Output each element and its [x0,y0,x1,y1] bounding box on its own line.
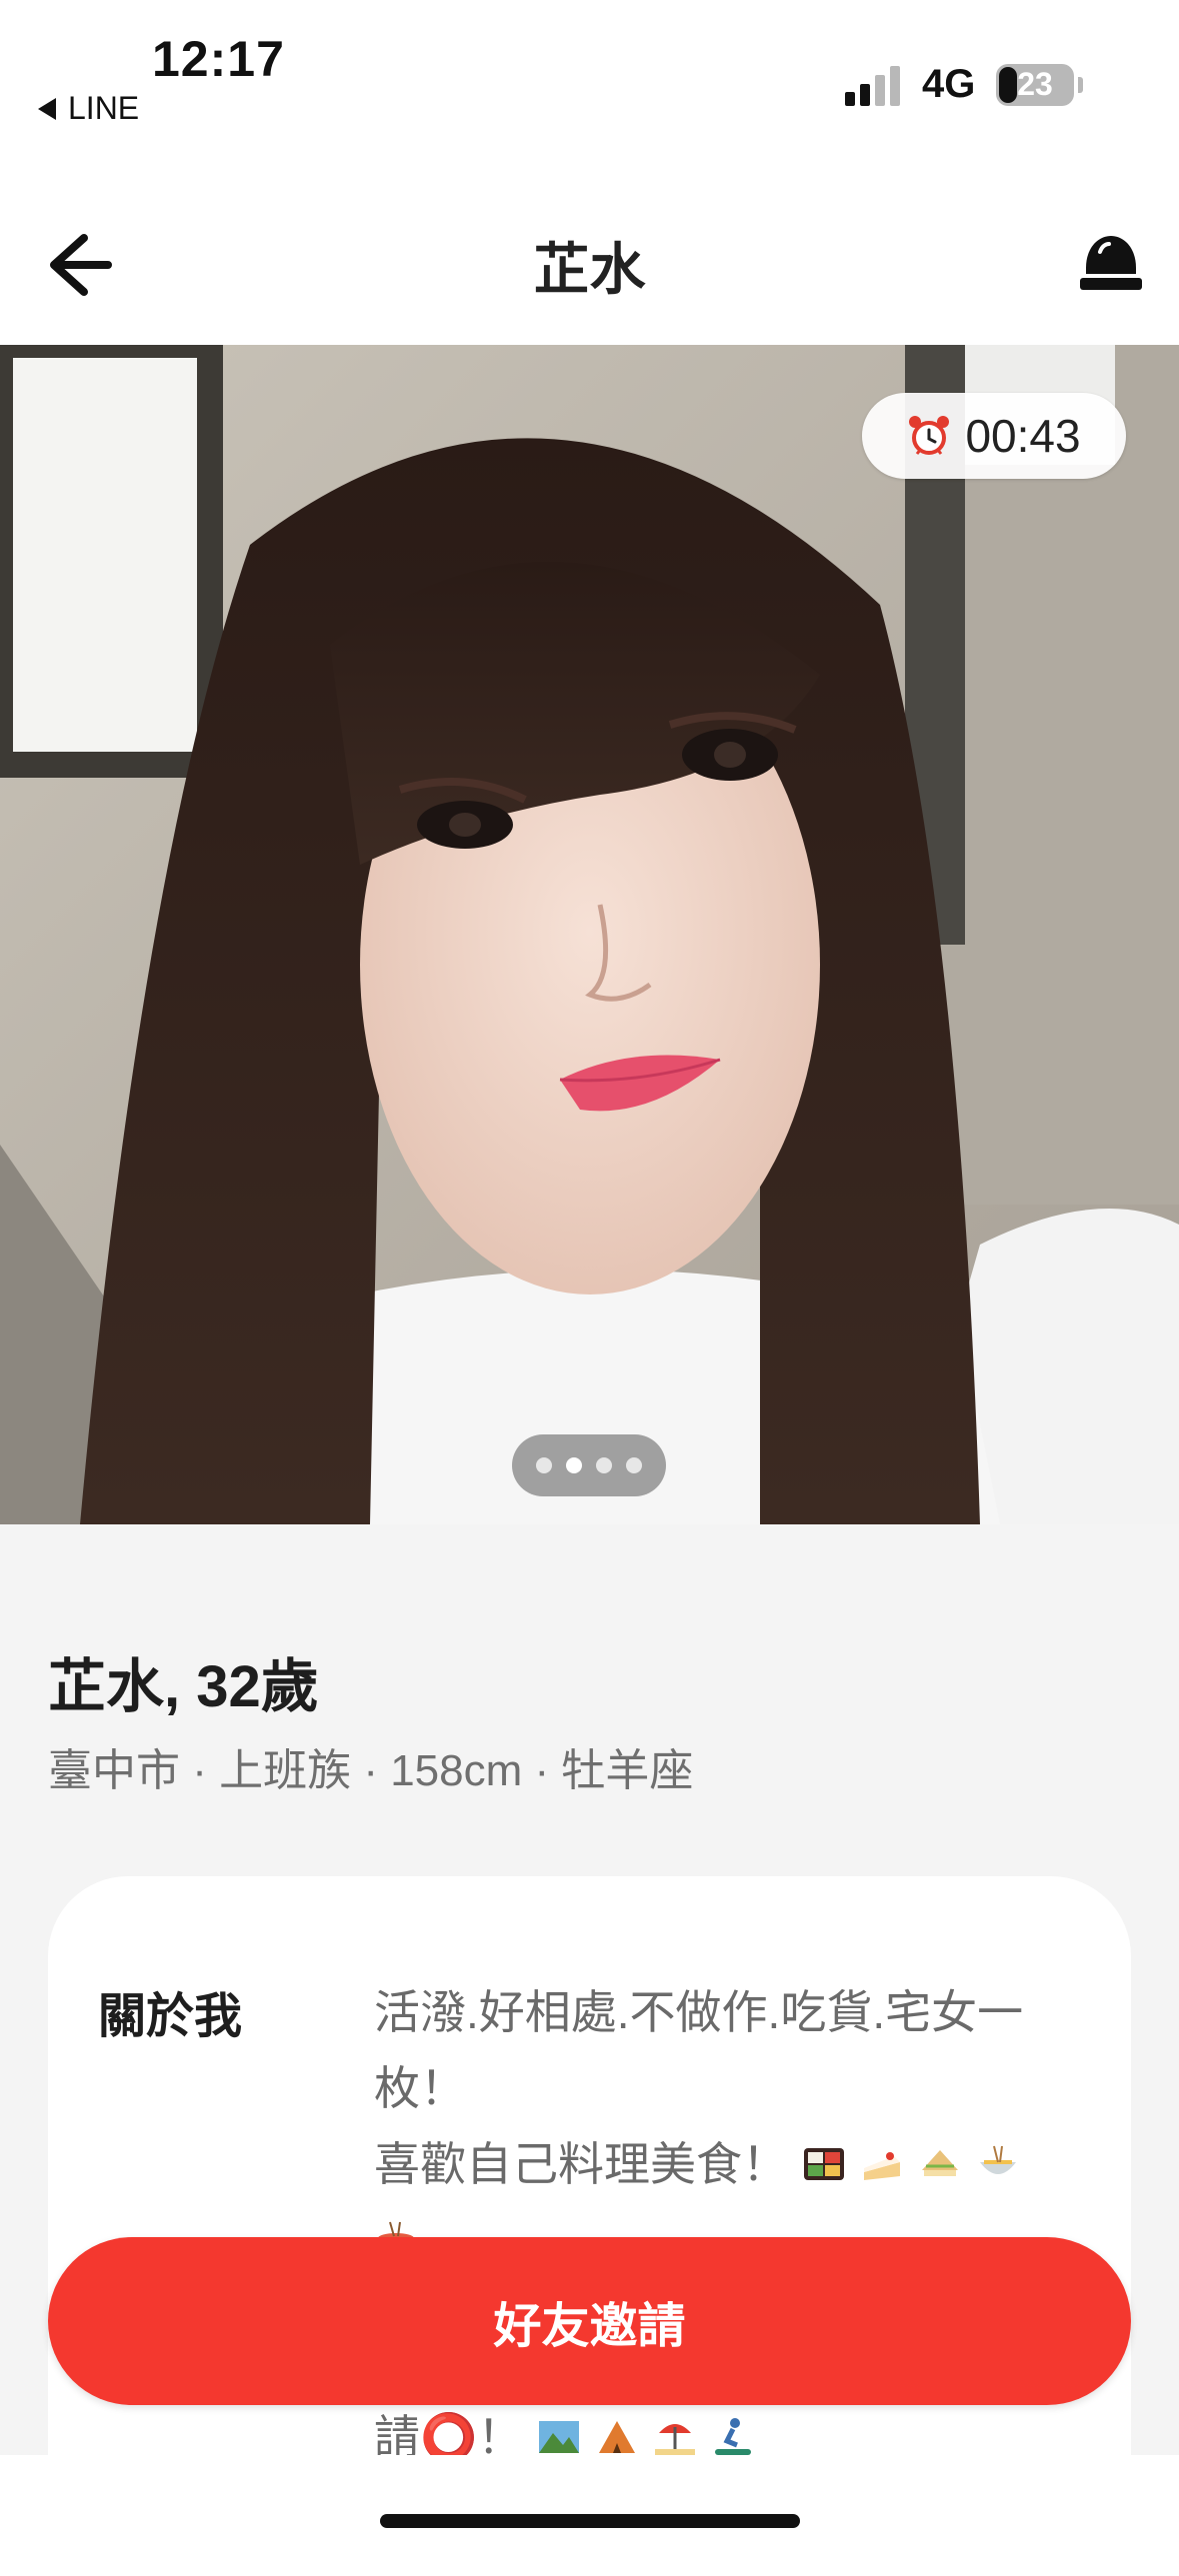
countdown-timer: 00:43 [862,393,1126,479]
about-line-2-text: 喜歡自己料理美食！ [374,2138,788,2190]
page-dot-active[interactable] [566,1457,582,1473]
profile-photo-carousel[interactable]: 00:43 [0,345,1179,1524]
alarm-clock-icon [909,416,950,455]
bottom-safe-area [0,2455,1179,2555]
page-dot[interactable] [626,1457,642,1473]
alarm-button[interactable] [1076,228,1146,298]
noodles-icon [980,2145,1016,2174]
cake-icon [864,2152,900,2180]
camping-icon [599,2421,636,2453]
battery-icon: 23 [996,64,1074,106]
bento-icon [804,2148,844,2180]
beach-icon [655,2424,696,2457]
profile-photo [0,345,1179,1524]
page-dot[interactable] [596,1457,612,1473]
back-app-label: LINE [68,90,140,126]
status-bar: 12:17 LINE 4G 23 [0,0,1179,180]
profile-name-age: 芷水, 32歲 [48,1654,319,1719]
page-title: 芷水 [533,238,646,301]
status-time: 12:17 [152,31,285,87]
alarm-bell-icon [1080,236,1142,290]
signal-icon [845,62,905,106]
profile-meta: 臺中市 · 上班族 · 158cm · 牡羊座 [48,1746,694,1795]
landscape-icon [539,2421,580,2453]
photo-page-indicator[interactable] [512,1434,666,1496]
home-indicator[interactable] [380,2514,800,2528]
about-text: 活潑.好相處.不做作.吃貨.宅女一枚！ 喜歡自己料理美食！ [374,1974,1094,2278]
network-type: 4G [922,62,976,106]
header: 芷水 [0,180,1179,345]
about-line-1: 活潑.好相處.不做作.吃貨.宅女一枚！ [374,1986,1024,2114]
about-label: 關於我 [98,1990,243,2043]
snowboard-icon [715,2418,752,2455]
back-to-app-link[interactable]: LINE [38,90,139,127]
battery-tip [1078,77,1083,93]
back-triangle-icon [38,97,56,120]
friend-invite-button[interactable]: 好友邀請 [48,2237,1131,2405]
battery-percent: 23 [1017,66,1053,102]
timer-text: 00:43 [965,410,1081,462]
about-line-2: 喜歡自己料理美食！ [374,2126,1094,2202]
page-dot[interactable] [536,1457,552,1473]
sandwich-icon [922,2150,958,2176]
